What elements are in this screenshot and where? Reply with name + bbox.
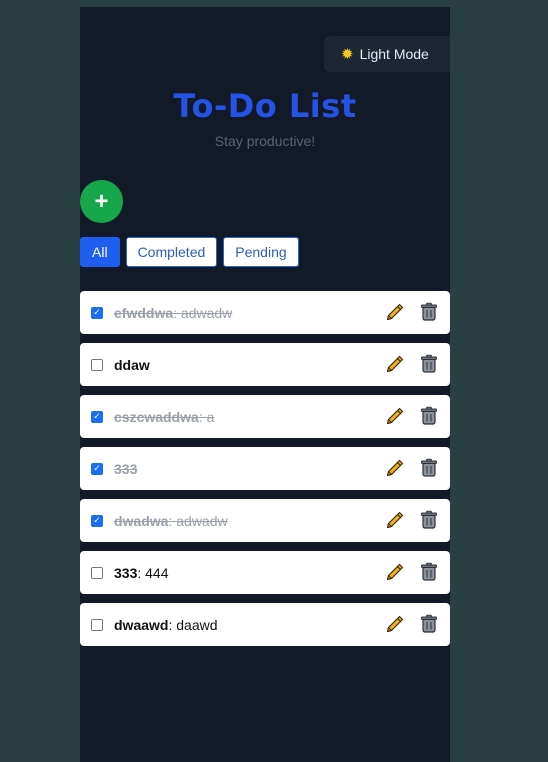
task-title: 333 bbox=[114, 460, 138, 477]
task-separator: : bbox=[198, 408, 207, 425]
task-title: cszcwaddwa bbox=[114, 408, 199, 425]
task-checkbox[interactable]: ✓ bbox=[91, 566, 103, 579]
pencil-icon[interactable] bbox=[385, 510, 405, 530]
theme-toggle-button[interactable]: ✹ Light Mode bbox=[324, 36, 450, 72]
task-title: dwadwa bbox=[114, 512, 169, 529]
task-checkbox[interactable]: ✓ bbox=[91, 410, 103, 423]
task-description: adwadw bbox=[180, 304, 233, 321]
pencil-icon[interactable] bbox=[385, 614, 405, 634]
trash-icon[interactable] bbox=[419, 614, 439, 634]
page-subtitle: Stay productive! bbox=[214, 133, 316, 149]
todo-app: ✹ Light Mode To-Do List Stay productive!… bbox=[80, 7, 450, 762]
task-description: daawd bbox=[176, 616, 218, 633]
task-separator: : bbox=[137, 564, 146, 581]
task-title: efwddwa bbox=[114, 304, 174, 321]
check-icon: ✓ bbox=[93, 463, 101, 473]
task-list: ✓ efwddwa: adwadw ✓ ddaw ✓ cszcwaddwa: a bbox=[80, 291, 450, 655]
task-checkbox[interactable]: ✓ bbox=[91, 618, 103, 631]
filter-bar: All Completed Pending bbox=[80, 237, 299, 267]
task-checkbox[interactable]: ✓ bbox=[91, 462, 103, 475]
task-description: a bbox=[206, 408, 215, 425]
task-text: dwaawd: daawd bbox=[114, 617, 218, 633]
task-text: efwddwa: adwadw bbox=[114, 305, 232, 321]
page-title: To-Do List bbox=[173, 87, 357, 125]
task-item: ✓ cszcwaddwa: a bbox=[80, 395, 450, 438]
task-text: ddaw bbox=[114, 357, 150, 373]
task-description: adwadw bbox=[176, 512, 228, 529]
task-separator: : bbox=[173, 304, 181, 321]
sun-icon: ✹ bbox=[341, 45, 354, 63]
task-checkbox[interactable]: ✓ bbox=[91, 306, 103, 319]
trash-icon[interactable] bbox=[419, 302, 439, 322]
task-title: dwaawd bbox=[114, 616, 169, 633]
check-icon: ✓ bbox=[93, 307, 101, 317]
trash-icon[interactable] bbox=[419, 458, 439, 478]
pencil-icon[interactable] bbox=[385, 354, 405, 374]
task-text: 333: 444 bbox=[114, 565, 169, 581]
task-item: ✓ ddaw bbox=[80, 343, 450, 386]
add-task-button[interactable]: + bbox=[80, 180, 123, 223]
task-description: 444 bbox=[145, 564, 169, 581]
task-item: ✓ efwddwa: adwadw bbox=[80, 291, 450, 334]
task-text: 333 bbox=[114, 461, 137, 477]
task-item: ✓ dwaawd: daawd bbox=[80, 603, 450, 646]
task-item: ✓ 333 bbox=[80, 447, 450, 490]
theme-toggle-label: Light Mode bbox=[359, 46, 429, 62]
filter-pending-button[interactable]: Pending bbox=[223, 237, 299, 267]
trash-icon[interactable] bbox=[419, 354, 439, 374]
trash-icon[interactable] bbox=[419, 406, 439, 426]
trash-icon[interactable] bbox=[419, 510, 439, 530]
task-checkbox[interactable]: ✓ bbox=[91, 514, 103, 527]
filter-completed-button[interactable]: Completed bbox=[125, 237, 218, 267]
pencil-icon[interactable] bbox=[385, 302, 405, 322]
trash-icon[interactable] bbox=[419, 562, 439, 582]
filter-all-button[interactable]: All bbox=[80, 237, 120, 267]
task-title: ddaw bbox=[114, 356, 150, 373]
pencil-icon[interactable] bbox=[385, 406, 405, 426]
task-item: ✓ 333: 444 bbox=[80, 551, 450, 594]
pencil-icon[interactable] bbox=[385, 562, 405, 582]
check-icon: ✓ bbox=[93, 515, 101, 525]
task-title: 333 bbox=[114, 564, 138, 581]
task-text: cszcwaddwa: a bbox=[114, 409, 214, 425]
task-item: ✓ dwadwa: adwadw bbox=[80, 499, 450, 542]
pencil-icon[interactable] bbox=[385, 458, 405, 478]
task-text: dwadwa: adwadw bbox=[114, 513, 228, 529]
task-checkbox[interactable]: ✓ bbox=[91, 358, 103, 371]
check-icon: ✓ bbox=[93, 411, 101, 421]
